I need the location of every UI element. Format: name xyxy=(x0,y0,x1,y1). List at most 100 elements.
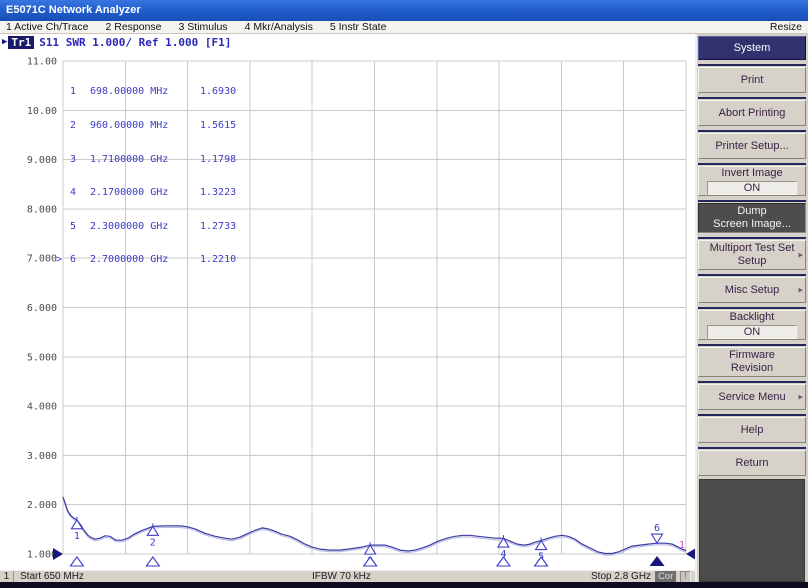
submenu-arrow-icon: ▸ xyxy=(798,391,803,404)
key-slot: Help xyxy=(698,414,806,443)
invert-image-toggle[interactable]: Invert Image ON xyxy=(698,166,806,196)
softkey-sidebar: System Print Abort Printing Printer Setu… xyxy=(695,34,808,582)
print-button[interactable]: Print xyxy=(698,67,806,93)
marker-value: 1.5615 xyxy=(200,120,236,131)
marker-active-prefix xyxy=(56,86,63,97)
window-title: E5071C Network Analyzer xyxy=(6,4,141,16)
sidebar-empty-panel xyxy=(699,479,805,582)
help-button[interactable]: Help xyxy=(698,417,806,443)
marker-2-symbol[interactable]: 2 xyxy=(147,523,158,548)
softkey-label: Backlight xyxy=(730,311,775,324)
marker-4-stimulus[interactable] xyxy=(497,557,510,566)
key-slot: Print xyxy=(698,64,806,93)
menu-resize[interactable]: Resize xyxy=(770,21,802,33)
svg-text:9.000: 9.000 xyxy=(27,155,57,166)
svg-text:6: 6 xyxy=(654,523,660,534)
marker-frequency: 2.3000000 GHz xyxy=(90,221,190,232)
marker-number: 1 xyxy=(63,86,76,97)
service-menu-button[interactable]: Service Menu ▸ xyxy=(698,384,806,410)
bottom-edge-strip xyxy=(0,582,808,588)
submenu-arrow-icon: ▸ xyxy=(798,284,803,297)
softkey-label: Print xyxy=(741,74,764,87)
marker-frequency: 960.00000 MHz xyxy=(90,120,190,131)
marker-frequency: 2.7000000 GHz xyxy=(90,254,190,265)
marker-number: 2 xyxy=(63,120,76,131)
marker-value: 1.2210 xyxy=(200,254,236,265)
misc-setup-button[interactable]: Misc Setup ▸ xyxy=(698,277,806,303)
marker-number: 5 xyxy=(63,221,76,232)
marker-active-prefix xyxy=(56,221,63,232)
key-slot: Firmware Revision xyxy=(698,344,806,377)
menu-bar: 1 Active Ch/Trace 2 Response 3 Stimulus … xyxy=(0,21,808,34)
marker-table-row: 5 2.3000000 GHz 1.2733 xyxy=(56,221,236,232)
softkey-label: Dump xyxy=(737,205,766,218)
softkey-label: Printer Setup... xyxy=(715,140,788,153)
backlight-toggle[interactable]: Backlight ON xyxy=(698,310,806,340)
active-trace-arrow-icon: ▶ xyxy=(2,37,7,47)
svg-text:2: 2 xyxy=(150,537,156,548)
trace-tag[interactable]: Tr1 xyxy=(8,36,34,49)
key-slot: Backlight ON xyxy=(698,307,806,340)
menu-active-ch-trace[interactable]: 1 Active Ch/Trace xyxy=(6,21,88,33)
marker-3-stimulus[interactable] xyxy=(364,557,377,566)
marker-table-row: >62.7000000 GHz1.2210 xyxy=(56,254,236,265)
menu-instr-state[interactable]: 5 Instr State xyxy=(330,21,387,33)
key-slot: Return xyxy=(698,447,806,476)
svg-text:5.000: 5.000 xyxy=(27,352,57,363)
menu-response[interactable]: 2 Response xyxy=(105,21,161,33)
softkey-label: Invert Image xyxy=(721,167,782,180)
marker-number: 3 xyxy=(63,154,76,165)
marker-table-row: 1 698.00000 MHz 1.6930 xyxy=(56,86,236,97)
marker-1-stimulus[interactable] xyxy=(70,557,83,566)
submenu-arrow-icon: ▸ xyxy=(798,249,803,262)
marker-number: 6 xyxy=(63,254,76,265)
status-right-group: Stop 2.8 GHz Cor ! xyxy=(591,571,691,583)
trace-number-right-label: 1 xyxy=(679,540,685,551)
marker-frequency: 1.7100000 GHz xyxy=(90,154,190,165)
marker-value: 1.2733 xyxy=(200,221,236,232)
menu-stimulus[interactable]: 3 Stimulus xyxy=(179,21,228,33)
marker-table-row: 3 1.7100000 GHz 1.1798 xyxy=(56,154,236,165)
firmware-revision-button[interactable]: Firmware Revision xyxy=(698,347,806,377)
marker-value: 1.1798 xyxy=(200,154,236,165)
marker-number: 4 xyxy=(63,187,76,198)
multiport-test-set-setup-button[interactable]: Multiport Test Set Setup ▸ xyxy=(698,240,806,270)
stop-frequency-readout: Stop 2.8 GHz xyxy=(591,571,651,582)
marker-1-symbol[interactable]: 1 xyxy=(71,517,82,542)
window-titlebar: E5071C Network Analyzer xyxy=(0,0,808,21)
trace-header: ▶ Tr1 S11 SWR 1.000/ Ref 1.000 [F1] xyxy=(2,35,231,49)
marker-2-stimulus[interactable] xyxy=(146,557,159,566)
printer-setup-button[interactable]: Printer Setup... xyxy=(698,133,806,159)
y-axis-labels: 11.0010.009.0008.0007.0006.0005.0004.000… xyxy=(27,57,57,561)
channel-indicator: 1 xyxy=(0,571,14,582)
softkey-label: Service Menu xyxy=(718,391,785,404)
marker-6-symbol[interactable]: 6 xyxy=(652,523,663,543)
softkey-label: Screen Image... xyxy=(713,218,791,231)
ref-level-arrow-right xyxy=(686,548,695,560)
marker-active-prefix xyxy=(56,154,63,165)
ref-level-arrow-left xyxy=(53,548,63,560)
key-slot: Multiport Test Set Setup ▸ xyxy=(698,237,806,270)
svg-text:4.000: 4.000 xyxy=(27,402,57,413)
abort-printing-button[interactable]: Abort Printing xyxy=(698,100,806,126)
marker-frequency: 698.00000 MHz xyxy=(90,86,190,97)
marker-6-stimulus[interactable] xyxy=(650,556,665,566)
ifbw-readout: IFBW 70 kHz xyxy=(312,571,371,582)
trace-format-readout: S11 SWR 1.000/ Ref 1.000 [F1] xyxy=(39,36,231,49)
key-slot: Printer Setup... xyxy=(698,130,806,159)
key-slot: Service Menu ▸ xyxy=(698,381,806,410)
marker-frequency: 2.1700000 GHz xyxy=(90,187,190,198)
menu-mkr-analysis[interactable]: 4 Mkr/Analysis xyxy=(245,21,313,33)
key-slot: Dump Screen Image... xyxy=(698,200,806,233)
key-slot: Misc Setup ▸ xyxy=(698,274,806,303)
svg-text:1.000: 1.000 xyxy=(27,550,57,561)
marker-5-stimulus[interactable] xyxy=(535,557,548,566)
key-slot: Abort Printing xyxy=(698,97,806,126)
softkey-label: Revision xyxy=(731,362,773,375)
svg-text:8.000: 8.000 xyxy=(27,204,57,215)
dump-screen-image-button[interactable]: Dump Screen Image... xyxy=(698,203,806,233)
svg-text:10.00: 10.00 xyxy=(27,106,57,117)
return-button[interactable]: Return xyxy=(698,450,806,476)
marker-value: 1.6930 xyxy=(200,86,236,97)
marker-value: 1.3223 xyxy=(200,187,236,198)
